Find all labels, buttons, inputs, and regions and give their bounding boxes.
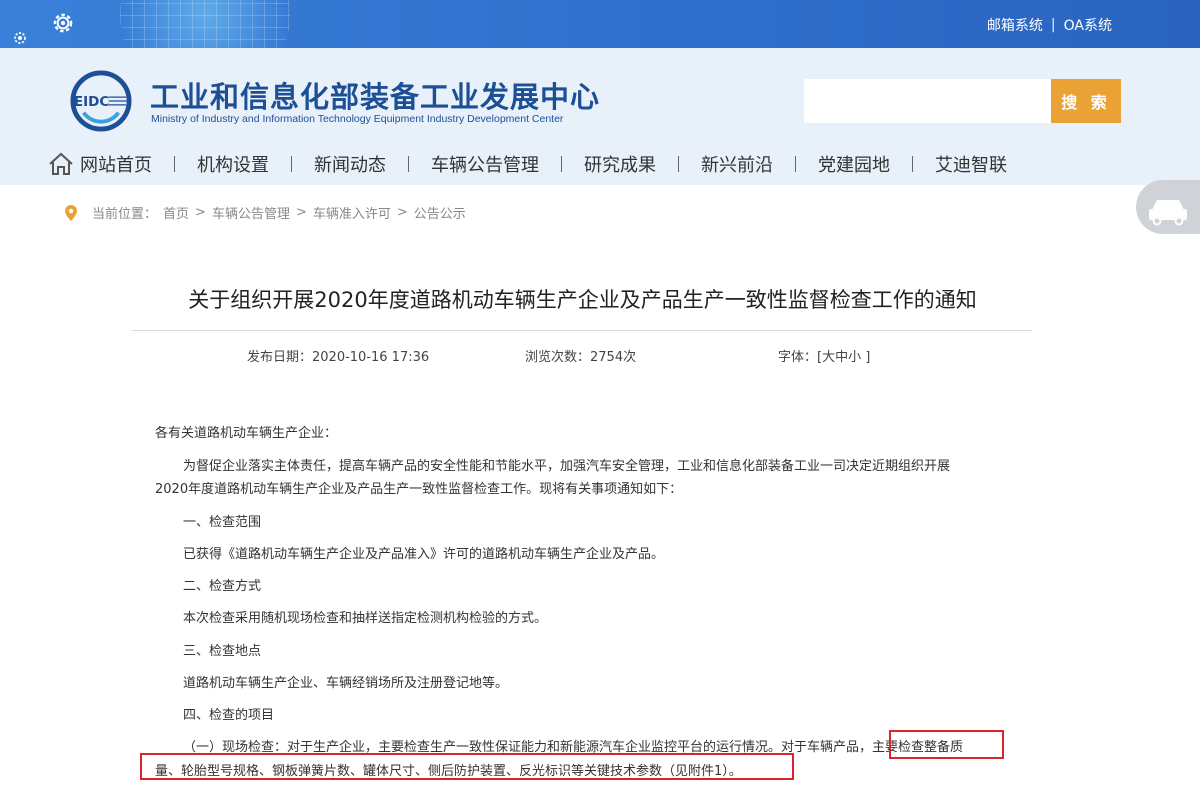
nav-item-party[interactable]: 党建园地	[818, 146, 890, 182]
breadcrumb-prefix: 当前位置：	[92, 207, 158, 222]
breadcrumb-separator: >	[295, 205, 307, 220]
font-size-switch[interactable]: 字体：[大中小 ]	[778, 346, 870, 365]
nav-divider	[291, 156, 292, 172]
car-icon[interactable]	[1136, 180, 1200, 234]
search-input[interactable]	[804, 79, 1052, 123]
breadcrumb-separator: >	[396, 205, 408, 220]
eidc-logo-icon[interactable]: EIDC	[70, 70, 132, 132]
breadcrumb-access-permit[interactable]: 车辆准入许可	[313, 203, 391, 222]
top-bar: 邮箱系统 | OA系统	[0, 0, 1200, 48]
view-count: 浏览次数：2754次	[525, 350, 637, 365]
section-heading-scope: 一、检查范围	[183, 515, 262, 530]
org-name-cn[interactable]: 工业和信息化部装备工业发展中心	[150, 74, 600, 116]
paragraph-intro-line2: 2020年度道路机动车辆生产企业及产品生产一致性监督检查工作。现将有关事项通知如…	[155, 482, 683, 497]
section-heading-items: 四、检查的项目	[183, 708, 275, 723]
nav-divider	[912, 156, 913, 172]
top-link-separator: |	[1050, 17, 1056, 33]
nav-item-vehicle-notice[interactable]: 车辆公告管理	[431, 146, 539, 182]
breadcrumb-home[interactable]: 首页	[163, 203, 189, 222]
nav-divider	[678, 156, 679, 172]
nav-divider	[561, 156, 562, 172]
top-links: 邮箱系统 | OA系统	[987, 15, 1112, 35]
article-title: 关于组织开展2020年度道路机动车辆生产企业及产品生产一致性监督检查工作的通知	[188, 288, 977, 312]
nav-item-frontier[interactable]: 新兴前沿	[701, 146, 773, 182]
nav-item-news[interactable]: 新闻动态	[314, 146, 386, 182]
mail-system-link[interactable]: 邮箱系统	[987, 15, 1043, 35]
title-divider	[132, 330, 1032, 331]
breadcrumb-announcement[interactable]: 公告公示	[414, 203, 466, 222]
breadcrumb-separator: >	[195, 205, 206, 220]
gear-small-icon[interactable]	[12, 30, 28, 46]
logo-mark-text: EIDC	[74, 94, 110, 110]
nav-item-organization[interactable]: 机构设置	[197, 146, 269, 182]
breadcrumb-vehicle-notice[interactable]: 车辆公告管理	[212, 203, 290, 222]
publish-date: 发布日期：2020-10-16 17:36	[247, 350, 430, 365]
paragraph-onsite-line1: （一）现场检查：对于生产企业，主要检查生产一致性保证能力和新能源汽车企业监控平台…	[183, 740, 964, 755]
globe-graphic	[120, 0, 290, 48]
nav-label: 网站首页	[80, 155, 152, 176]
paragraph-location: 道路机动车辆生产企业、车辆经销场所及注册登记地等。	[183, 676, 509, 691]
section-heading-location: 三、检查地点	[183, 644, 262, 659]
nav-item-aidi[interactable]: 艾迪智联	[935, 146, 1007, 182]
paragraph-salutation: 各有关道路机动车辆生产企业：	[155, 426, 338, 441]
paragraph-onsite-line2: 量、轮胎型号规格、钢板弹簧片数、罐体尺寸、侧后防护装置、反光标识等关键技术参数（…	[155, 764, 742, 779]
paragraph-method: 本次检查采用随机现场检查和抽样送指定检测机构检验的方式。	[183, 611, 548, 626]
oa-system-link[interactable]: OA系统	[1064, 15, 1112, 35]
site-header: EIDC 工业和信息化部装备工业发展中心 Ministry of Industr…	[0, 48, 1200, 234]
main-nav: 网站首页 机构设置 新闻动态 车辆公告管理 研究成果 新兴前沿 党建园地 艾迪智…	[48, 146, 1007, 182]
paragraph-intro-line1: 为督促企业落实主体责任，提高车辆产品的安全性能和节能水平，加强汽车安全管理，工业…	[183, 459, 951, 474]
nav-divider	[795, 156, 796, 172]
home-icon	[49, 152, 73, 175]
org-name-en: Ministry of Industry and Information Tec…	[151, 113, 564, 125]
gear-icon[interactable]	[50, 10, 76, 36]
section-heading-method: 二、检查方式	[183, 579, 262, 594]
nav-divider	[408, 156, 409, 172]
location-pin-icon	[65, 204, 77, 221]
breadcrumb: 当前位置： 首页 > 车辆公告管理 > 车辆准入许可 > 公告公示	[64, 203, 466, 222]
nav-divider	[174, 156, 175, 172]
nav-item-research[interactable]: 研究成果	[584, 146, 656, 182]
paragraph-scope: 已获得《道路机动车辆生产企业及产品准入》许可的道路机动车辆生产企业及产品。	[183, 547, 665, 562]
search-button[interactable]: 搜 索	[1051, 79, 1121, 123]
nav-item-home[interactable]: 网站首页	[48, 146, 152, 182]
